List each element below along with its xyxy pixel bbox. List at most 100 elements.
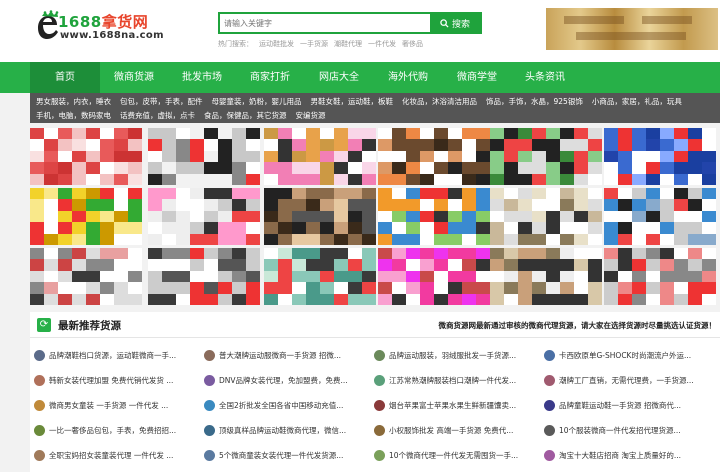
category-link[interactable]: 话费充值，虚拟，点卡 bbox=[120, 111, 195, 120]
pixel-block bbox=[392, 188, 406, 200]
product-thumbnail[interactable] bbox=[148, 128, 260, 185]
product-thumbnail[interactable] bbox=[490, 248, 602, 305]
recommend-item[interactable]: 品牌潮鞋档口货源，运动鞋微商一手... bbox=[34, 348, 202, 362]
pixel-block bbox=[44, 188, 58, 200]
recommend-item[interactable]: 全职宝妈招女装童装代理 一件代发 ... bbox=[34, 448, 202, 462]
category-link[interactable]: 饰品，手饰，水晶，925银饰 bbox=[486, 97, 583, 106]
recommend-item[interactable]: 淘宝十大鞋店招商 淘宝上质量好的... bbox=[544, 448, 712, 462]
pixel-block bbox=[58, 139, 72, 152]
recommend-item[interactable]: 潮牌工厂直销，无需代理费，一手货源... bbox=[544, 373, 712, 387]
recommend-item[interactable]: DNV品牌女装代理，免加盟费，免费... bbox=[204, 373, 372, 387]
nav-wechat-academy[interactable]: 微商学堂 bbox=[447, 62, 507, 93]
pixel-block bbox=[190, 270, 204, 283]
pixel-block bbox=[348, 128, 362, 140]
pixel-block bbox=[406, 188, 420, 200]
recommend-item[interactable]: 微商男女童装 一手货源 一件代发 ... bbox=[34, 398, 202, 412]
recommend-item[interactable]: 全国2折批发全国各省中国移动充值... bbox=[204, 398, 372, 412]
product-thumbnail[interactable] bbox=[148, 248, 260, 305]
category-link[interactable]: 男女服装，内衣，睡衣 bbox=[36, 97, 111, 106]
product-thumbnail[interactable] bbox=[490, 128, 602, 185]
nav-merchant-discount[interactable]: 商家打折 bbox=[240, 62, 300, 93]
pixel-block bbox=[490, 188, 504, 200]
pixel-block bbox=[246, 270, 260, 283]
pixel-block bbox=[420, 139, 434, 152]
recommend-item[interactable]: 小权服饰批发 高端一手货源 免费代... bbox=[374, 423, 542, 437]
hot-keyword-link[interactable]: 奢侈品 bbox=[402, 40, 423, 48]
pixel-block bbox=[462, 222, 476, 235]
nav-wholesale-market[interactable]: 批发市场 bbox=[172, 62, 232, 93]
nav-home[interactable]: 首页 bbox=[30, 62, 100, 93]
category-link[interactable]: 男鞋女鞋，运动鞋，板鞋 bbox=[311, 97, 394, 106]
site-logo[interactable]: 1688拿货网 www.1688na.com bbox=[36, 10, 166, 44]
product-thumbnail[interactable] bbox=[490, 188, 602, 245]
pixel-block bbox=[278, 248, 292, 260]
product-thumbnail[interactable] bbox=[604, 248, 716, 305]
pixel-block bbox=[588, 293, 602, 305]
pixel-block bbox=[362, 282, 376, 295]
pixel-block bbox=[688, 222, 702, 235]
pixel-block bbox=[574, 210, 588, 223]
hot-keyword-link[interactable]: 运动鞋批发 bbox=[259, 40, 294, 48]
product-thumbnail[interactable] bbox=[264, 248, 376, 305]
pixel-block bbox=[702, 162, 716, 175]
pixel-block bbox=[264, 150, 278, 163]
hot-keyword-link[interactable]: 一件代发 bbox=[368, 40, 396, 48]
product-thumbnail[interactable] bbox=[378, 248, 490, 305]
recommend-item[interactable]: 10个微商代理一件代发无需囤货一手... bbox=[374, 448, 542, 462]
recommend-item[interactable]: 品牌运动服装，羽绒服批发一手货源... bbox=[374, 348, 542, 362]
product-thumbnail[interactable] bbox=[264, 188, 376, 245]
recommend-item[interactable]: 5个微商童装女装代理一件代发货源... bbox=[204, 448, 372, 462]
pixel-block bbox=[618, 270, 632, 283]
category-link[interactable]: 小商品，家居，礼品，玩具 bbox=[592, 97, 682, 106]
pixel-block bbox=[702, 293, 716, 305]
pixel-block bbox=[406, 222, 420, 235]
pixel-block bbox=[646, 162, 660, 175]
logo-url: www.1688na.com bbox=[60, 30, 164, 41]
pixel-block bbox=[660, 150, 674, 163]
product-thumbnail[interactable] bbox=[30, 128, 142, 185]
recommend-item[interactable]: 卡西欧原单G-SHOCK时尚潮流户外运... bbox=[544, 348, 712, 362]
category-link[interactable]: 母婴童装，奶粉，婴儿用品 bbox=[212, 97, 302, 106]
pixel-block bbox=[278, 162, 292, 175]
hot-keyword-link[interactable]: 一手货源 bbox=[300, 40, 328, 48]
product-thumbnail[interactable] bbox=[378, 128, 490, 185]
pixel-block bbox=[674, 139, 688, 152]
nav-shop-directory[interactable]: 网店大全 bbox=[308, 62, 370, 93]
header-banner-ad[interactable] bbox=[546, 8, 718, 50]
recommend-item[interactable]: 韩新女装代理加盟 免费代销代发货 ... bbox=[34, 373, 202, 387]
pixel-block bbox=[246, 128, 260, 140]
category-link[interactable]: 安编货源 bbox=[296, 111, 326, 120]
pixel-block bbox=[320, 210, 334, 223]
product-thumbnail[interactable] bbox=[30, 248, 142, 305]
recommend-item[interactable]: 一比一奢侈品包包，手表，免费招招... bbox=[34, 423, 202, 437]
product-thumbnail[interactable] bbox=[148, 188, 260, 245]
nav-overseas-purchase[interactable]: 海外代购 bbox=[378, 62, 438, 93]
nav-wechat-sources[interactable]: 微商货源 bbox=[104, 62, 164, 93]
product-thumbnail[interactable] bbox=[264, 128, 376, 185]
pixel-block bbox=[30, 210, 44, 223]
category-link[interactable]: 化妆品，沐浴清洁用品 bbox=[402, 97, 477, 106]
recommend-item[interactable]: 普大潮牌运动服微商一手货源 招微... bbox=[204, 348, 372, 362]
pixel-block bbox=[348, 150, 362, 163]
pixel-block bbox=[448, 222, 462, 235]
category-link[interactable]: 手机，电脑，数码家电 bbox=[36, 111, 111, 120]
pixel-block bbox=[688, 259, 702, 272]
search-input[interactable] bbox=[220, 14, 432, 32]
product-thumbnail[interactable] bbox=[378, 188, 490, 245]
nav-headlines[interactable]: 头条资讯 bbox=[515, 62, 575, 93]
pixel-block bbox=[476, 222, 490, 235]
product-thumbnail[interactable] bbox=[604, 128, 716, 185]
recommend-item[interactable]: 烟台苹果富士苹果水果生鲜新疆馕卖... bbox=[374, 398, 542, 412]
recommend-item[interactable]: 品牌童鞋运动鞋一手货源 招微商代... bbox=[544, 398, 712, 412]
pixel-block bbox=[264, 173, 278, 185]
product-thumbnail[interactable] bbox=[604, 188, 716, 245]
product-thumbnail[interactable] bbox=[30, 188, 142, 245]
search-button[interactable]: 搜索 bbox=[430, 14, 480, 32]
recommend-item[interactable]: 10个服装微商一件代发招代理货源... bbox=[544, 423, 712, 437]
recommend-item[interactable]: 顶级真样品牌运动鞋微商代理，微信... bbox=[204, 423, 372, 437]
recommend-item[interactable]: 江苏常熟潮牌服装档口潮牌一件代发... bbox=[374, 373, 542, 387]
category-link[interactable]: 食品，保健品，其它货源 bbox=[204, 111, 287, 120]
category-link[interactable]: 包包，皮带，手表，配件 bbox=[120, 97, 203, 106]
hot-keyword-link[interactable]: 潮鞋代理 bbox=[334, 40, 362, 48]
pixel-block bbox=[292, 162, 306, 175]
